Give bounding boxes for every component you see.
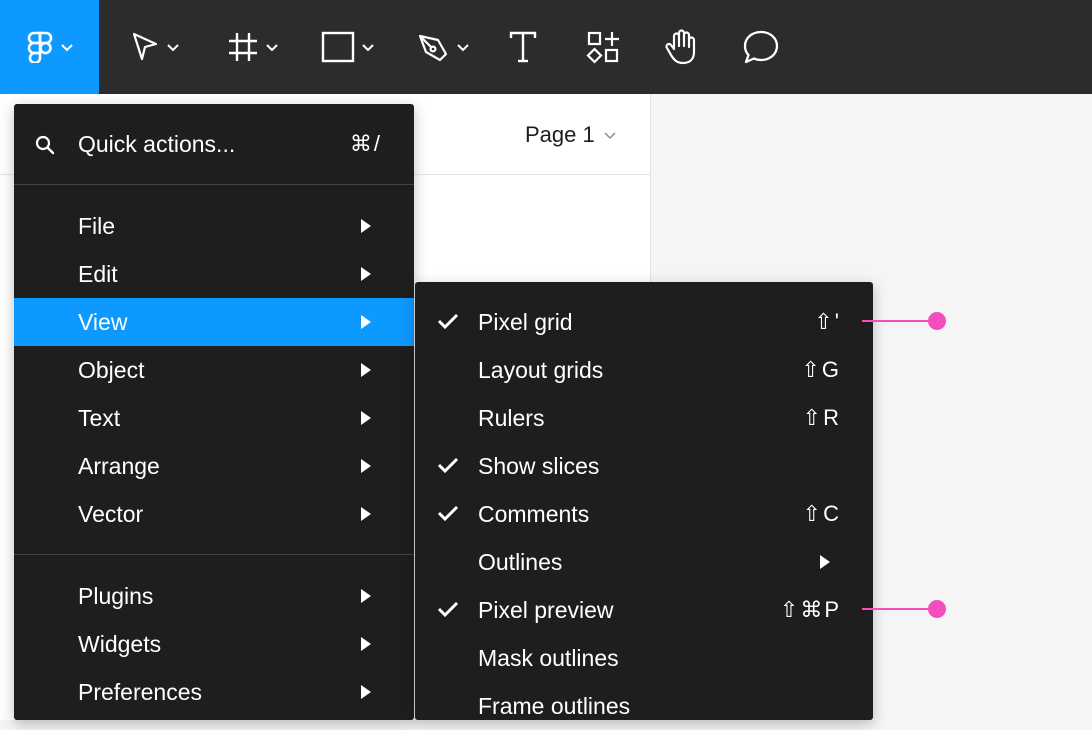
page-name: Page 1 (525, 122, 595, 147)
view-submenu: Pixel grid ⇧' Layout grids ⇧G Rulers ⇧R … (415, 282, 873, 720)
submenu-item-comments[interactable]: Comments ⇧C (415, 490, 873, 538)
submenu-arrow-icon (361, 363, 371, 377)
submenu-item-label: Rulers (478, 404, 545, 431)
frame-tool[interactable] (210, 0, 296, 94)
chevron-down-icon (457, 44, 469, 52)
menu-item-view[interactable]: View (14, 298, 414, 346)
submenu-arrow-icon (361, 685, 371, 699)
chevron-down-icon (266, 44, 278, 52)
shortcut-label: ⇧C (802, 501, 841, 526)
submenu-item-label: Pixel preview (478, 596, 614, 623)
annotation-dot (928, 600, 946, 618)
menu-item-label: Widgets (78, 630, 162, 657)
main-menu-button[interactable] (0, 0, 99, 102)
submenu-arrow-icon (361, 507, 371, 521)
shortcut-label: ⇧⌘P (779, 597, 841, 622)
figma-logo-icon (27, 31, 52, 63)
submenu-arrow-icon (361, 219, 371, 233)
speech-bubble-icon (743, 30, 779, 64)
menu-item-label: File (78, 212, 116, 239)
frame-hash-icon (229, 33, 257, 61)
main-menu: Quick actions... ⌘/ File Edit View Objec… (14, 104, 414, 720)
checkmark-icon (437, 505, 459, 522)
menu-item-file[interactable]: File (14, 202, 414, 250)
move-tool[interactable] (112, 0, 198, 94)
menu-item-object[interactable]: Object (14, 346, 414, 394)
menu-divider (14, 554, 414, 555)
submenu-item-layout-grids[interactable]: Layout grids ⇧G (415, 346, 873, 394)
quick-actions-item[interactable]: Quick actions... ⌘/ (14, 120, 414, 168)
shape-tool[interactable] (305, 0, 391, 94)
chevron-down-icon (362, 44, 374, 52)
comment-tool[interactable] (733, 0, 789, 94)
submenu-item-pixel-grid[interactable]: Pixel grid ⇧' (415, 298, 873, 346)
menu-item-arrange[interactable]: Arrange (14, 442, 414, 490)
submenu-item-show-slices[interactable]: Show slices (415, 442, 873, 490)
submenu-arrow-icon (361, 411, 371, 425)
submenu-item-outlines[interactable]: Outlines (415, 538, 873, 586)
menu-item-label: Object (78, 356, 145, 383)
submenu-item-label: Mask outlines (478, 644, 619, 671)
menu-item-widgets[interactable]: Widgets (14, 620, 414, 668)
chevron-down-icon (604, 132, 616, 140)
submenu-item-label: Outlines (478, 548, 563, 575)
hand-icon (665, 29, 696, 65)
shortcut-label: ⇧R (802, 405, 841, 430)
pen-tool[interactable] (400, 0, 486, 94)
menu-item-plugins[interactable]: Plugins (14, 572, 414, 620)
shortcut-label: ⇧' (814, 309, 841, 334)
shortcut-label: ⇧G (801, 357, 841, 382)
checkmark-icon (437, 313, 459, 330)
menu-item-text[interactable]: Text (14, 394, 414, 442)
menu-item-vector[interactable]: Vector (14, 490, 414, 538)
submenu-item-label: Layout grids (478, 356, 604, 383)
menu-item-label: Arrange (78, 452, 160, 479)
quick-actions-label: Quick actions... (78, 130, 236, 157)
cursor-arrow-icon (132, 32, 158, 61)
menu-item-label: Preferences (78, 678, 203, 705)
submenu-arrow-icon (361, 267, 371, 281)
quick-actions-shortcut: ⌘/ (349, 131, 382, 156)
menu-item-label: Text (78, 404, 121, 431)
menu-item-label: View (78, 308, 128, 335)
submenu-item-pixel-preview[interactable]: Pixel preview ⇧⌘P (415, 586, 873, 634)
submenu-arrow-icon (361, 459, 371, 473)
submenu-arrow-icon (361, 315, 371, 329)
components-plus-icon (586, 31, 619, 64)
hand-tool[interactable] (654, 0, 710, 94)
submenu-item-label: Comments (478, 500, 590, 527)
resources-tool[interactable] (575, 0, 631, 94)
chevron-down-icon (60, 44, 73, 52)
annotation-dot (928, 312, 946, 330)
annotation-line (862, 320, 932, 322)
chevron-down-icon (167, 44, 179, 52)
text-t-icon (509, 31, 537, 63)
submenu-item-mask-outlines[interactable]: Mask outlines (415, 634, 873, 682)
submenu-item-label: Pixel grid (478, 308, 573, 335)
submenu-item-frame-outlines[interactable]: Frame outlines (415, 682, 873, 730)
submenu-arrow-icon (361, 589, 371, 603)
checkmark-icon (437, 601, 459, 618)
submenu-item-rulers[interactable]: Rulers ⇧R (415, 394, 873, 442)
text-tool[interactable] (495, 0, 551, 94)
submenu-arrow-icon (361, 637, 371, 651)
toolbar (0, 0, 1092, 102)
rectangle-icon (321, 31, 355, 63)
menu-divider (14, 184, 414, 185)
page-selector[interactable]: Page 1 (525, 121, 617, 149)
menu-item-label: Edit (78, 260, 118, 287)
menu-item-edit[interactable]: Edit (14, 250, 414, 298)
annotation-line (862, 608, 932, 610)
submenu-item-label: Show slices (478, 452, 600, 479)
checkmark-icon (437, 457, 459, 474)
search-icon (35, 135, 55, 155)
pen-nib-icon (418, 34, 448, 62)
menu-item-preferences[interactable]: Preferences (14, 668, 414, 716)
menu-item-label: Vector (78, 500, 144, 527)
submenu-arrow-icon (820, 555, 830, 569)
submenu-item-label: Frame outlines (478, 692, 631, 719)
menu-item-label: Plugins (78, 582, 154, 609)
